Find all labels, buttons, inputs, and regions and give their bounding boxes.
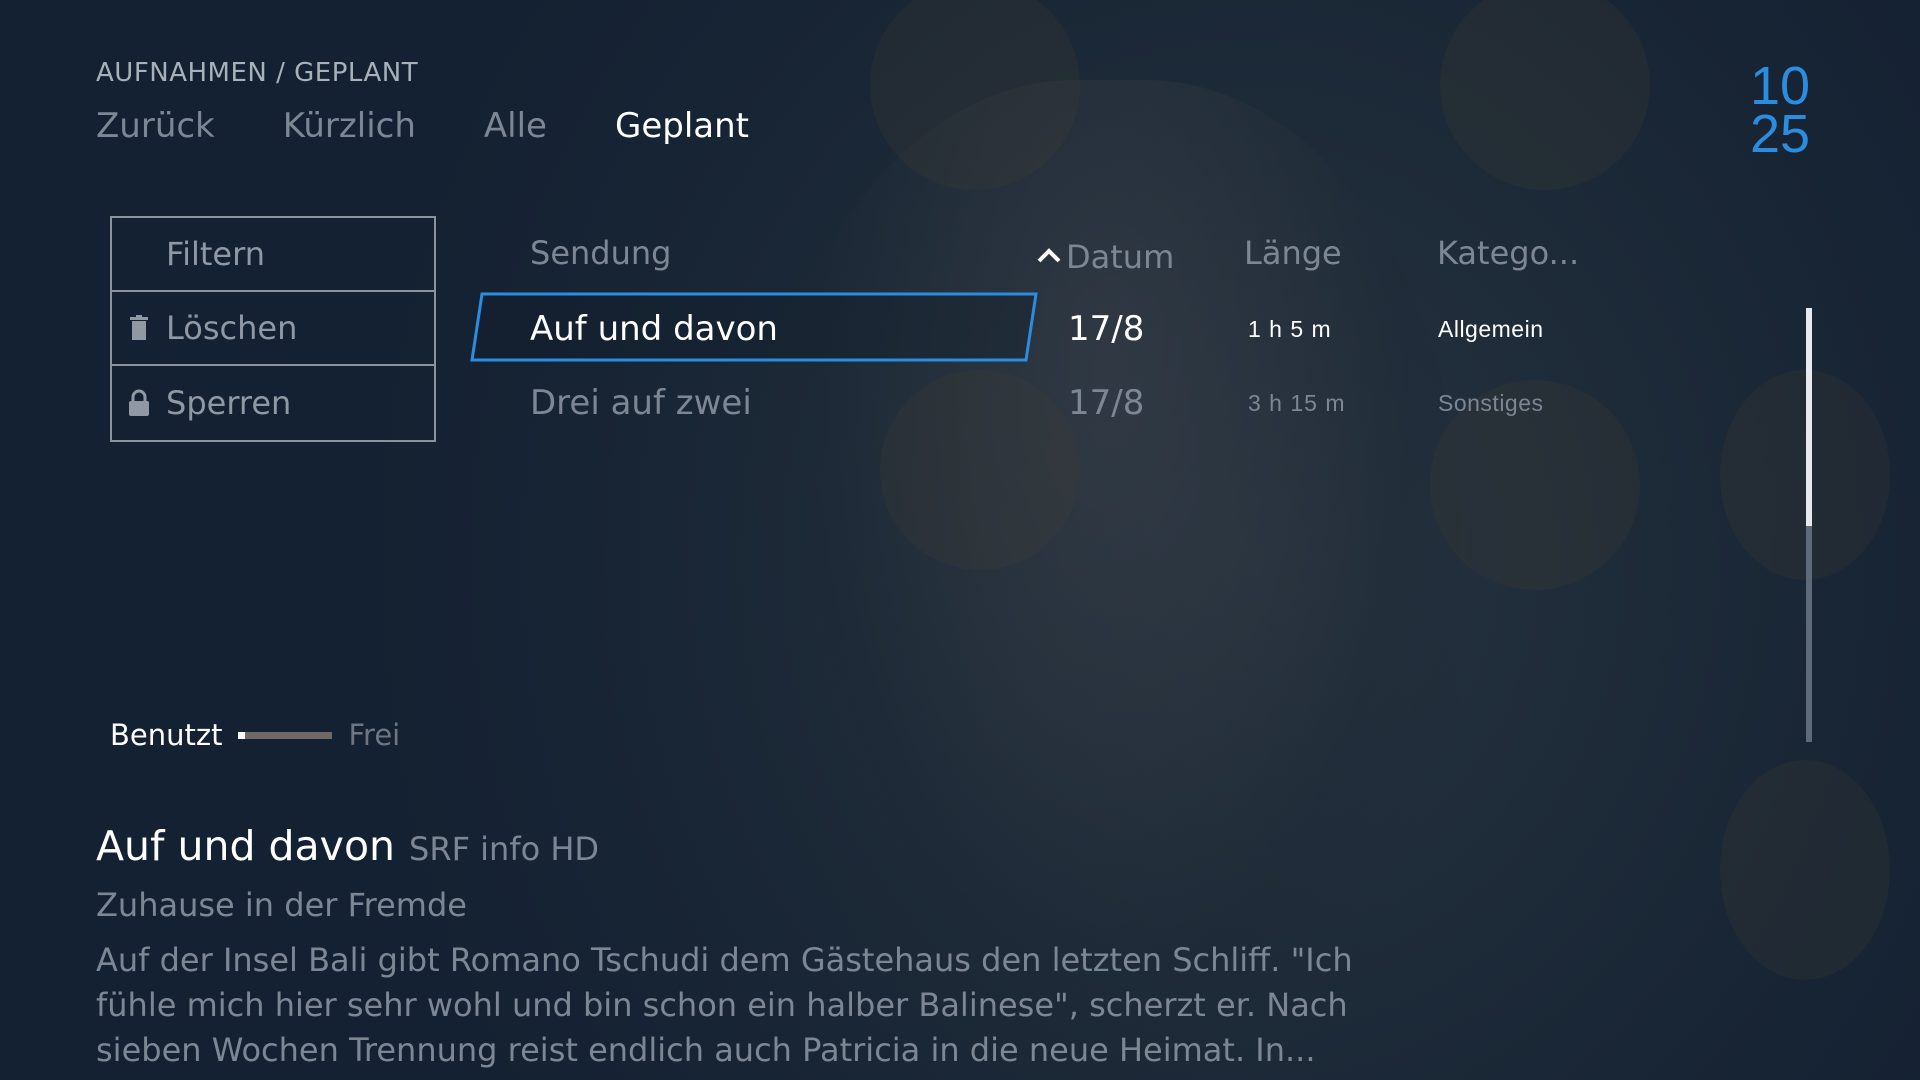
filter-button-label: Filtern xyxy=(166,235,265,273)
trash-icon xyxy=(112,315,166,341)
delete-button-label: Löschen xyxy=(166,309,298,347)
clock-minutes: 25 xyxy=(1749,104,1811,164)
breadcrumb: AUFNAHMEN / GEPLANT xyxy=(96,58,419,88)
nav-tabs: Zurück Kürzlich Alle Geplant xyxy=(96,106,817,146)
table-row[interactable]: Auf und davon 17/8 1 h 5 m Allgemein xyxy=(470,292,1610,366)
row-category: Sonstiges xyxy=(1438,390,1544,416)
table-row[interactable]: Drei auf zwei 17/8 3 h 15 m Sonstiges xyxy=(470,366,1610,440)
storage-used-label: Benutzt xyxy=(110,718,223,752)
detail-program-title: Auf und davon xyxy=(96,822,396,870)
storage-bar xyxy=(238,731,333,739)
lock-button-label: Sperren xyxy=(166,384,292,422)
delete-button[interactable]: Löschen xyxy=(112,292,434,366)
clock: 10 25 xyxy=(1745,56,1815,164)
background-dot xyxy=(1440,0,1650,190)
row-length: 3 h 15 m xyxy=(1248,390,1346,416)
detail-channel: SRF info HD xyxy=(409,830,600,868)
detail-title: Auf und davon SRF info HD xyxy=(96,822,599,870)
background-figure xyxy=(760,80,1460,1080)
tab-kuerzlich[interactable]: Kürzlich xyxy=(283,106,416,146)
row-date: 17/8 xyxy=(1068,383,1145,423)
column-header-category[interactable]: Katego... xyxy=(1437,234,1579,272)
action-menu: Filtern Löschen Sperren xyxy=(110,216,436,442)
storage-free-label: Frei xyxy=(348,718,401,752)
lock-icon xyxy=(112,389,166,417)
column-header-date-label: Datum xyxy=(1066,238,1175,276)
clock-hours: 10 xyxy=(1749,56,1811,116)
filter-button[interactable]: Filtern xyxy=(112,218,434,292)
detail-subtitle: Zuhause in der Fremde xyxy=(96,886,467,924)
column-header-title[interactable]: Sendung xyxy=(530,234,671,272)
row-title: Auf und davon xyxy=(530,309,778,349)
tab-zurueck[interactable]: Zurück xyxy=(96,106,215,146)
scrollbar[interactable] xyxy=(1806,308,1812,742)
background-dot xyxy=(1720,370,1890,580)
row-length: 1 h 5 m xyxy=(1248,316,1332,342)
row-category: Allgemein xyxy=(1438,316,1544,342)
row-date: 17/8 xyxy=(1068,309,1145,349)
tab-geplant[interactable]: Geplant xyxy=(615,106,749,146)
lock-button[interactable]: Sperren xyxy=(112,366,434,440)
scrollbar-thumb[interactable] xyxy=(1806,308,1812,526)
storage-bar-fill xyxy=(238,731,246,739)
sort-ascending-icon xyxy=(1036,234,1062,272)
background-dot xyxy=(1720,760,1890,980)
tab-alle[interactable]: Alle xyxy=(484,106,547,146)
storage-indicator: Benutzt Frei xyxy=(110,718,400,752)
column-header-date[interactable]: Datum xyxy=(1036,234,1174,276)
row-title: Drei auf zwei xyxy=(530,383,752,423)
column-header-length[interactable]: Länge xyxy=(1244,234,1342,272)
detail-description: Auf der Insel Bali gibt Romano Tschudi d… xyxy=(96,941,1353,1069)
